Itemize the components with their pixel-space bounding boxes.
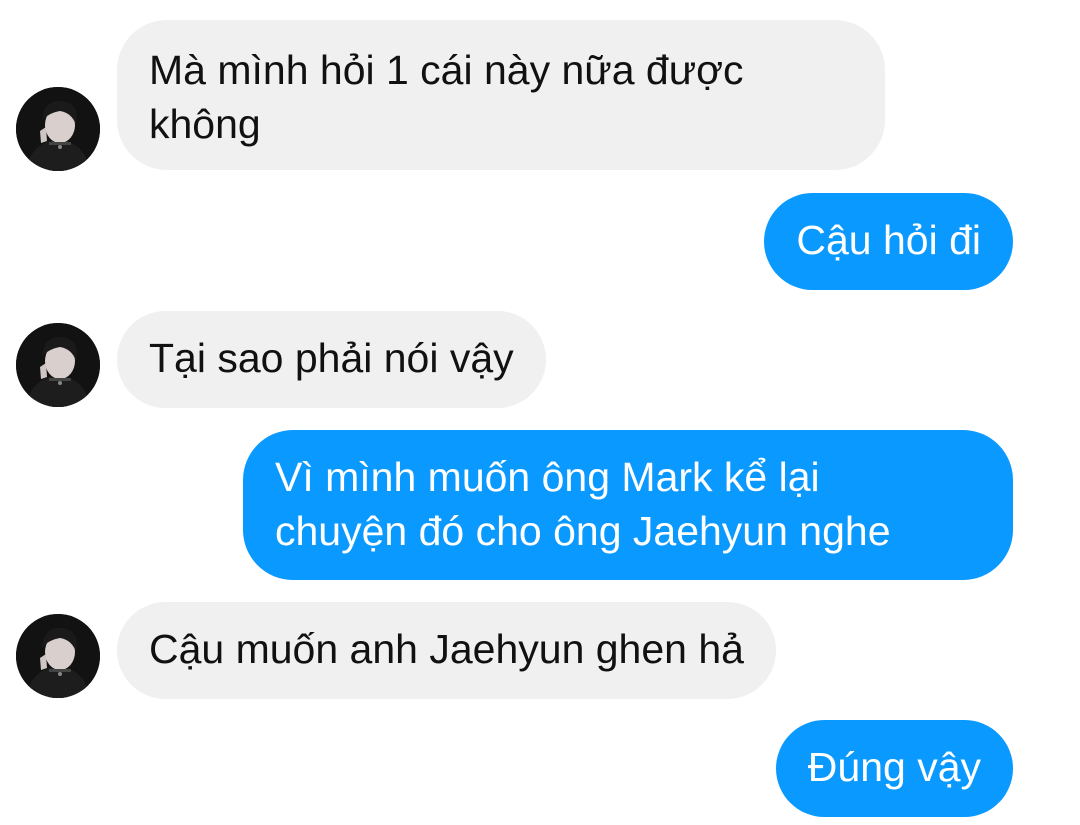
outgoing-message-bubble[interactable]: Cậu hỏi đi [764,193,1013,290]
message-text: Đúng vậy [807,744,981,790]
message-text: chuyện đó cho ông Jaehyun nghe [275,508,891,554]
message-text: Tại sao phải nói vậy [149,335,514,381]
message-text: Cậu muốn anh Jaehyun ghen hả [149,626,744,672]
avatar-photo-icon [16,614,100,698]
contact-avatar[interactable] [16,323,100,407]
contact-avatar[interactable] [16,614,100,698]
incoming-message-bubble[interactable]: Mà mình hỏi 1 cái này nữa được không [117,20,885,170]
message-text: không [149,101,261,147]
message-text: Vì mình muốn ông Mark kể lại [275,454,820,500]
avatar-photo-icon [16,87,100,171]
outgoing-message-bubble[interactable]: Vì mình muốn ông Mark kể lại chuyện đó c… [243,430,1013,580]
message-text: Mà mình hỏi 1 cái này nữa được [149,47,744,93]
incoming-message-bubble[interactable]: Cậu muốn anh Jaehyun ghen hả [117,602,776,699]
incoming-message-bubble[interactable]: Tại sao phải nói vậy [117,311,546,408]
message-text: Cậu hỏi đi [796,217,981,263]
avatar-photo-icon [16,323,100,407]
outgoing-message-bubble[interactable]: Đúng vậy [775,720,1013,817]
message-thread: Mà mình hỏi 1 cái này nữa được không Cậu… [0,0,1080,825]
contact-avatar[interactable] [16,87,100,171]
